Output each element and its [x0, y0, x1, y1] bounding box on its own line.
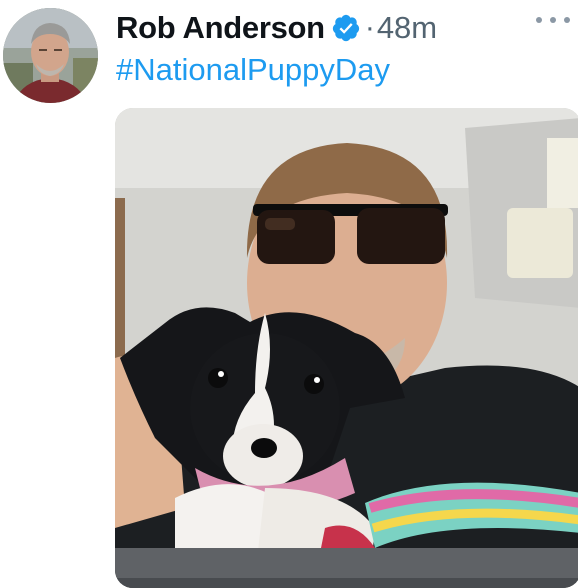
- avatar-image: [3, 8, 98, 103]
- hashtag-link[interactable]: #NationalPuppyDay: [116, 52, 390, 88]
- tweet-photo[interactable]: [115, 108, 578, 588]
- more-dot: [550, 17, 556, 23]
- tweet-header: Rob Anderson · 48m: [116, 8, 568, 48]
- author-avatar[interactable]: [3, 8, 98, 103]
- more-dot: [564, 17, 570, 23]
- more-options-icon[interactable]: [536, 10, 570, 30]
- more-dot: [536, 17, 542, 23]
- author-name[interactable]: Rob Anderson: [116, 10, 325, 46]
- verified-badge-icon: [331, 13, 361, 43]
- tweet-timestamp[interactable]: 48m: [377, 10, 437, 46]
- photo-image: [115, 108, 578, 588]
- separator-dot: ·: [364, 11, 375, 44]
